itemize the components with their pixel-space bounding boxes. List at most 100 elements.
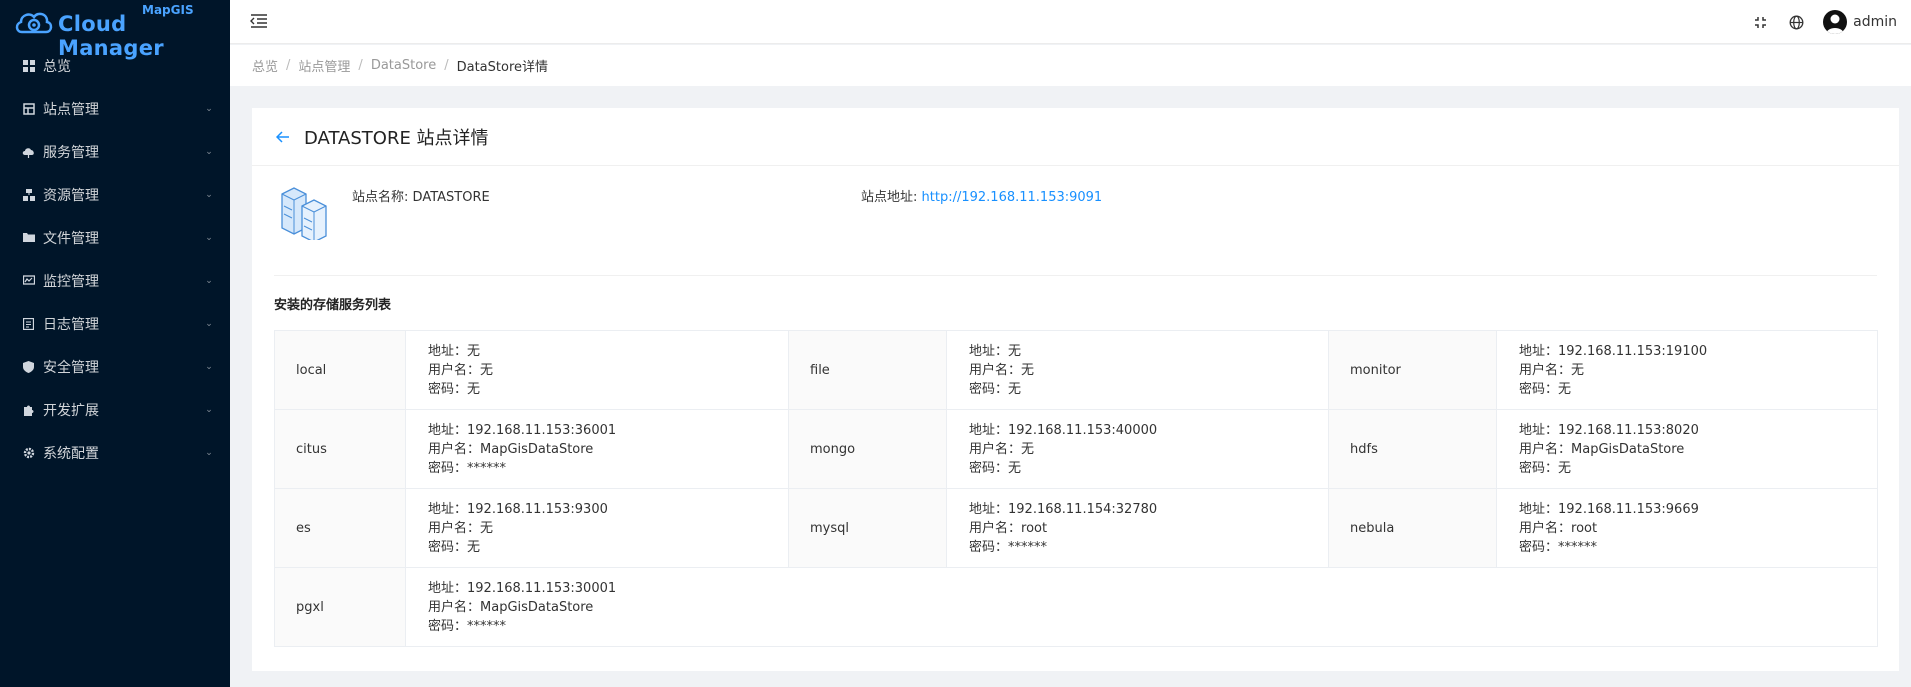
- detail-card: DATASTORE 站点详情 站点名称: DATASTORE 站点地址: htt…: [252, 108, 1899, 671]
- service-address: 地址：192.168.11.153:8020: [1519, 421, 1877, 440]
- card-header: DATASTORE 站点详情: [252, 108, 1899, 166]
- sidebar-item-site[interactable]: 站点管理 ⌄: [0, 87, 230, 130]
- service-detail-cell: 地址：192.168.11.153:19100 用户名：无 密码：无: [1496, 330, 1878, 410]
- table-row: es 地址：192.168.11.153:9300 用户名：无 密码：无 mysql 地址…: [274, 488, 1878, 568]
- logo[interactable]: MapGIS Cloud Manager: [0, 0, 230, 60]
- service-password-label: 密码：: [428, 618, 468, 634]
- cloud-gear-logo-icon: [15, 12, 53, 34]
- service-username: 用户名：MapGisDataStore: [428, 440, 788, 459]
- service-address-label: 地址：: [969, 422, 1009, 438]
- globe-icon[interactable]: [1787, 13, 1805, 31]
- service-password-value: ******: [467, 618, 507, 634]
- service-detail-cell: 地址：192.168.11.153:8020 用户名：MapGisDataStor…: [1496, 409, 1878, 489]
- service-name-cell: file: [788, 330, 947, 410]
- service-username: 用户名：无: [428, 519, 788, 538]
- table-row: local 地址：无 用户名：无 密码：无 file 地址：无 用户名：无 密码：无 monit…: [274, 330, 1878, 410]
- shield-icon: [22, 360, 35, 373]
- service-password-label: 密码：: [428, 460, 468, 476]
- sidebar-item-label: 资源管理: [43, 187, 99, 204]
- service-address: 地址：192.168.11.153:9669: [1519, 500, 1877, 519]
- sidebar-item-label: 文件管理: [43, 230, 99, 247]
- sidebar-item-label: 监控管理: [43, 273, 99, 290]
- service-detail-cell: 地址：192.168.11.153:9669 用户名：root 密码：******: [1496, 488, 1878, 568]
- service-username-label: 用户名：: [1519, 520, 1572, 536]
- service-name-cell: pgxl: [274, 567, 406, 647]
- chevron-down-icon: ⌄: [205, 103, 213, 114]
- service-password: 密码：无: [428, 538, 788, 557]
- menu-fold-icon[interactable]: [250, 12, 270, 32]
- service-username: 用户名：root: [969, 519, 1328, 538]
- service-address-value: 192.168.11.153:30001: [467, 580, 617, 596]
- service-password-value: 无: [1008, 460, 1022, 476]
- service-password-value: 无: [1558, 381, 1572, 397]
- service-username: 用户名：root: [1519, 519, 1877, 538]
- breadcrumb-item-site[interactable]: 站点管理: [298, 56, 350, 75]
- service-address: 地址：192.168.11.153:40000: [969, 421, 1328, 440]
- sidebar-item-log[interactable]: 日志管理 ⌄: [0, 302, 230, 345]
- table-row: pgxl 地址：192.168.11.153:30001 用户名：MapGisDat…: [274, 567, 1878, 647]
- service-password: 密码：无: [969, 380, 1328, 399]
- site-name-value: DATASTORE: [412, 190, 490, 205]
- service-password-value: 无: [467, 539, 481, 555]
- breadcrumb-item-overview[interactable]: 总览: [252, 56, 278, 75]
- service-address-value: 无: [1008, 343, 1022, 359]
- service-address-label: 地址：: [969, 343, 1009, 359]
- service-detail-cell: 地址：192.168.11.153:40000 用户名：无 密码：无: [946, 409, 1329, 489]
- username[interactable]: admin: [1853, 14, 1897, 30]
- section-title: 安装的存储服务列表: [274, 298, 392, 313]
- service-password-label: 密码：: [969, 381, 1009, 397]
- sidebar-item-extension[interactable]: 开发扩展 ⌄: [0, 388, 230, 431]
- avatar[interactable]: [1823, 10, 1848, 34]
- site-name: 站点名称: DATASTORE: [352, 186, 490, 205]
- back-arrow-icon[interactable]: [274, 128, 292, 146]
- chevron-down-icon: ⌄: [205, 447, 213, 458]
- site-addr-link[interactable]: http://192.168.11.153:9091: [922, 190, 1103, 205]
- service-address-value: 192.168.11.153:8020: [1558, 422, 1699, 438]
- service-username-value: MapGisDataStore: [480, 599, 594, 615]
- site-info: 站点名称: DATASTORE 站点地址: http://192.168.11.…: [274, 166, 1877, 276]
- sidebar-item-resource[interactable]: 资源管理 ⌄: [0, 173, 230, 216]
- service-address-label: 地址：: [428, 580, 468, 596]
- service-name-cell: mysql: [788, 488, 947, 568]
- service-password: 密码：******: [1519, 538, 1877, 557]
- sidebar-item-label: 日志管理: [43, 316, 99, 333]
- page-title: DATASTORE 站点详情: [304, 127, 489, 149]
- service-username-label: 用户名：: [1519, 441, 1572, 457]
- sidebar-item-security[interactable]: 安全管理 ⌄: [0, 345, 230, 388]
- service-password-label: 密码：: [1519, 539, 1559, 555]
- service-address: 地址：192.168.11.153:19100: [1519, 342, 1877, 361]
- service-address-label: 地址：: [969, 501, 1009, 517]
- dashboard-icon: [22, 59, 35, 72]
- service-username-value: 无: [1021, 441, 1035, 457]
- service-username-value: 无: [480, 362, 494, 378]
- breadcrumb-separator: /: [358, 58, 363, 73]
- service-name-cell: citus: [274, 409, 406, 489]
- sidebar-item-service[interactable]: 服务管理 ⌄: [0, 130, 230, 173]
- sidebar-menu: 总览 站点管理 ⌄ 服务管理 ⌄ 资源管理 ⌄ 文件管理 ⌄ 监控管理 ⌄ 日志…: [0, 44, 230, 474]
- service-name-cell: hdfs: [1328, 409, 1497, 489]
- service-password: 密码：无: [1519, 380, 1877, 399]
- service-detail-cell: 地址：192.168.11.154:32780 用户名：root 密码：******: [946, 488, 1329, 568]
- sidebar-item-settings[interactable]: 系统配置 ⌄: [0, 431, 230, 474]
- site-address: 站点地址: http://192.168.11.153:9091: [861, 186, 1102, 205]
- service-username: 用户名：无: [969, 361, 1328, 380]
- breadcrumb-item-datastore[interactable]: DataStore: [371, 58, 436, 73]
- service-password: 密码：无: [969, 459, 1328, 478]
- sidebar: MapGIS Cloud Manager 总览 站点管理 ⌄ 服务管理 ⌄ 资源…: [0, 0, 230, 687]
- service-address: 地址：无: [969, 342, 1328, 361]
- gear-icon: [22, 446, 35, 459]
- service-address-value: 无: [467, 343, 481, 359]
- sidebar-item-monitor[interactable]: 监控管理 ⌄: [0, 259, 230, 302]
- service-username-label: 用户名：: [969, 362, 1022, 378]
- service-address-label: 地址：: [428, 343, 468, 359]
- service-name-cell: mongo: [788, 409, 947, 489]
- site-icon: [22, 102, 35, 115]
- service-password-value: ******: [1558, 539, 1598, 555]
- breadcrumb-separator: /: [444, 58, 449, 73]
- header-actions: admin: [1751, 0, 1897, 44]
- service-password: 密码：无: [428, 380, 788, 399]
- service-username-value: 无: [480, 520, 494, 536]
- service-password-label: 密码：: [1519, 460, 1559, 476]
- fullscreen-icon[interactable]: [1751, 13, 1769, 31]
- sidebar-item-file[interactable]: 文件管理 ⌄: [0, 216, 230, 259]
